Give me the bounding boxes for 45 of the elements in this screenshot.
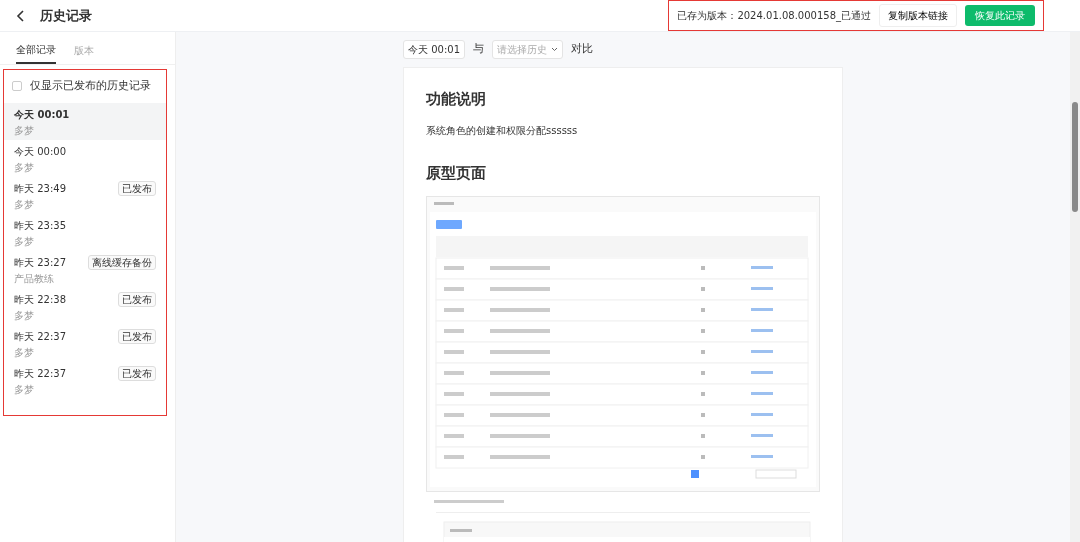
history-item[interactable]: 昨天 22:37 已发布 多梦 bbox=[4, 324, 166, 362]
filter-label: 仅显示已发布的历史记录 bbox=[30, 78, 151, 94]
section-heading: 原型页面 bbox=[426, 162, 487, 184]
status-tag: 已发布 bbox=[118, 365, 156, 381]
current-version-label: 今天 00:01 bbox=[403, 40, 465, 59]
status-tag: 已发布 bbox=[118, 291, 156, 307]
checkbox[interactable] bbox=[12, 81, 22, 92]
copy-link-button[interactable]: 复制版本链接 bbox=[879, 4, 957, 27]
record-time: 今天 00:01 bbox=[14, 107, 70, 122]
tab[interactable]: 全部记录 bbox=[16, 36, 56, 64]
back-icon[interactable] bbox=[16, 9, 24, 22]
joiner-text: 与 bbox=[473, 41, 484, 58]
scrollbar[interactable] bbox=[1070, 32, 1080, 542]
history-item[interactable]: 昨天 23:35 多梦 bbox=[4, 213, 166, 251]
record-author: 产品教练 bbox=[14, 272, 55, 285]
version-text: 已存为版本：2024.01.08.000158_已通过 bbox=[677, 9, 871, 23]
caret-icon bbox=[551, 47, 558, 52]
record-author: 多梦 bbox=[14, 161, 35, 174]
history-item[interactable]: 昨天 22:37 已发布 多梦 bbox=[4, 361, 166, 399]
record-author: 多梦 bbox=[14, 309, 35, 322]
record-time: 昨天 22:38 bbox=[14, 292, 66, 307]
select-placeholder: 请选择历史 bbox=[497, 43, 547, 57]
record-author: 多梦 bbox=[14, 383, 35, 396]
record-author: 多梦 bbox=[14, 124, 35, 137]
history-item[interactable]: 昨天 23:49 已发布 多梦 bbox=[4, 176, 166, 214]
compare-action[interactable]: 对比 bbox=[571, 41, 593, 58]
status-tag: 已发布 bbox=[118, 180, 156, 196]
record-time: 昨天 23:49 bbox=[14, 181, 66, 196]
status-tag: 离线缓存备份 bbox=[88, 254, 156, 270]
section-text: 系统角色的创建和权限分配ssssss bbox=[426, 123, 579, 138]
record-time: 昨天 23:35 bbox=[14, 218, 66, 233]
record-time: 今天 00:00 bbox=[14, 144, 66, 159]
record-time: 昨天 22:37 bbox=[14, 329, 66, 344]
record-author: 多梦 bbox=[14, 235, 35, 248]
record-author: 多梦 bbox=[14, 198, 35, 211]
history-item[interactable]: 今天 00:01 多梦 bbox=[4, 102, 166, 140]
section-heading: 功能说明 bbox=[426, 89, 487, 110]
record-time: 昨天 23:27 bbox=[14, 255, 66, 270]
page-title: 历史记录 bbox=[40, 6, 92, 25]
record-time: 昨天 22:37 bbox=[14, 366, 66, 381]
history-item[interactable]: 昨天 22:38 已发布 多梦 bbox=[4, 287, 166, 325]
status-tag: 已发布 bbox=[118, 328, 156, 344]
history-item[interactable]: 昨天 23:27 离线缓存备份 产品教练 bbox=[4, 250, 166, 288]
history-item[interactable]: 今天 00:00 多梦 bbox=[4, 139, 166, 177]
record-author: 多梦 bbox=[14, 346, 35, 359]
